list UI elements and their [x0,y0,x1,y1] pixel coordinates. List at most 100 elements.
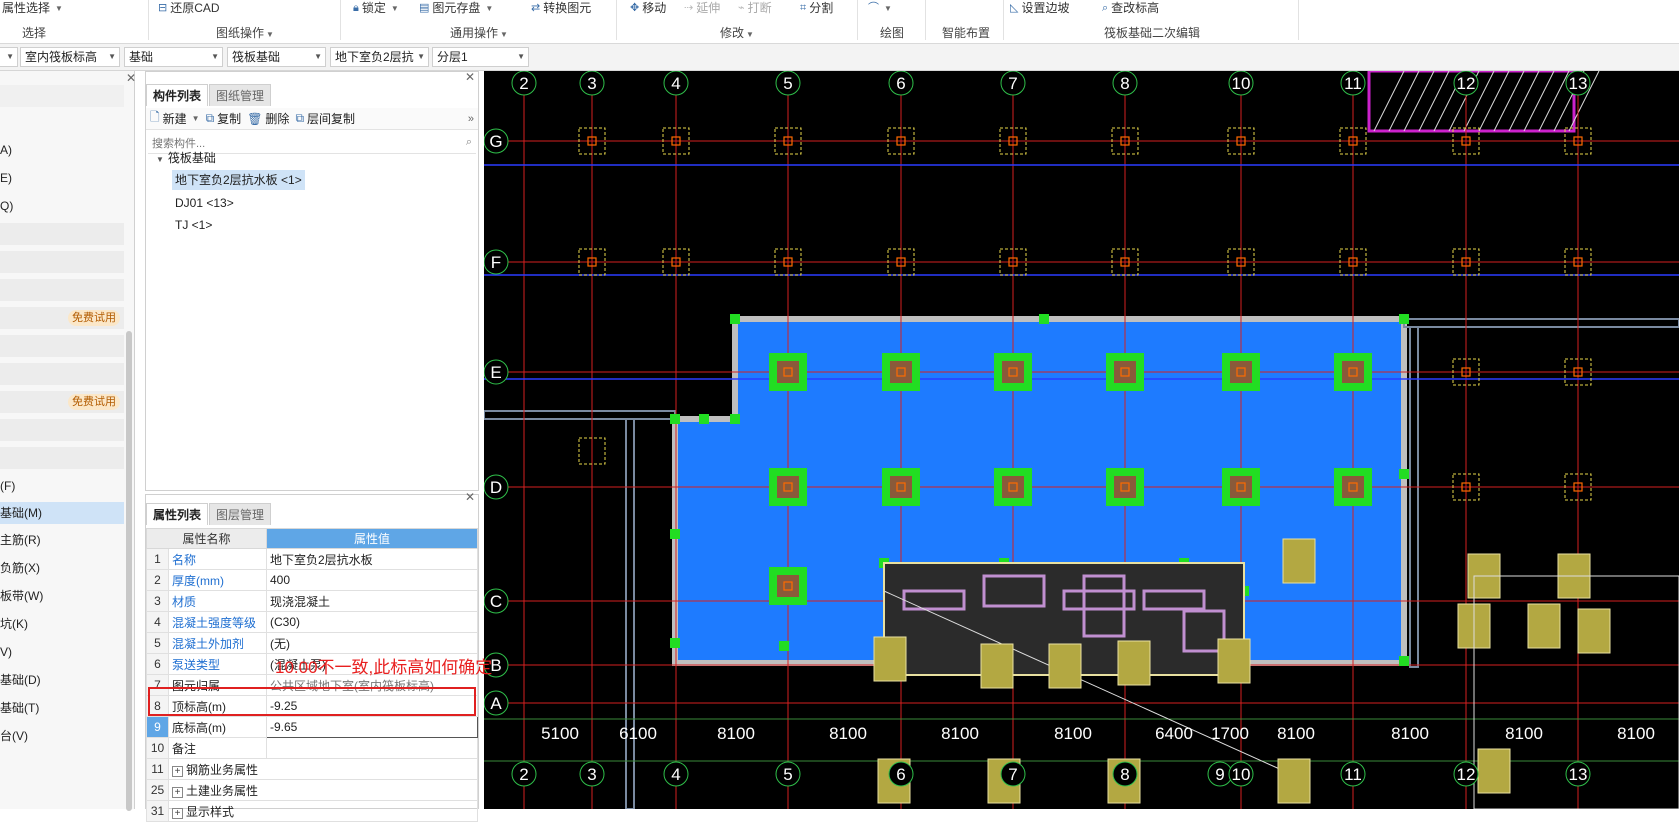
convert-element-button[interactable]: ⇄ 转换图元 [531,0,591,17]
table-row[interactable]: 2 厚度(mm) 400 [146,569,478,591]
group-modify[interactable]: 修改 ▼ [720,24,754,41]
break-button[interactable]: ⌁ 打断 [738,0,772,17]
dimension-label: 6400 [1155,724,1193,743]
tree-item[interactable]: DJ01 <13> [175,193,234,213]
extend-button[interactable]: ⇢ 延伸 [684,0,720,17]
nav-item[interactable] [0,223,124,245]
property-value[interactable]: 现浇混凝土 [266,590,478,612]
nav-item[interactable]: 负筋(X) [0,557,124,579]
property-group[interactable]: + 显示样式 [168,800,478,822]
table-row-selected[interactable]: 9 底标高(m) -9.65 [146,716,478,738]
table-row[interactable]: 4 混凝土强度等级 (C30) [146,611,478,633]
axis-label: 4 [671,765,680,784]
tree-item-selected[interactable]: 地下室负2层抗水板 <1> [172,170,305,190]
search-icon[interactable]: ⌕ [466,136,472,149]
nav-item[interactable]: Q) [0,195,124,217]
close-icon[interactable]: ✕ [465,70,475,84]
property-name: 备注 [168,737,267,759]
column-header-value: 属性值 [266,528,478,549]
tree-root[interactable]: ▼ 筏板基础 [156,148,216,168]
nav-item[interactable]: E) [0,167,124,189]
nav-item[interactable] [0,447,124,469]
table-row[interactable]: 5 混凝土外加剂 (无) [146,632,478,654]
nav-item[interactable] [0,335,124,357]
bottom-elevation-value[interactable]: -9.65 [266,716,478,738]
axis-label: F [491,253,501,272]
axis-label: 2 [519,765,528,784]
table-row[interactable]: 31 + 显示样式 [146,800,478,822]
nav-item[interactable]: 板带(W) [0,585,124,607]
draw-arc-button[interactable]: ⌒ ▼ [868,0,892,17]
table-row[interactable]: 3 材质 现浇混凝土 [146,590,478,612]
nav-item[interactable]: 台(V) [0,725,124,747]
close-icon[interactable]: ✕ [465,490,475,504]
nav-item[interactable]: 免费试用 [0,391,124,413]
nav-item[interactable]: 免费试用 [0,307,124,329]
type-select[interactable]: 筏板基础 ▼ [227,47,326,67]
property-value[interactable]: 地下室负2层抗水板 [266,548,478,570]
nav-item[interactable] [0,251,124,273]
caret-down-icon: ▼ [500,30,508,39]
save-element-button[interactable]: ▤ 图元存盘 ▼ [419,0,493,17]
layer-copy-button[interactable]: ⧉ 层间复制 [295,110,355,127]
copy-button[interactable]: ⧉ 复制 [206,110,242,127]
delete-button[interactable]: 🗑︎ 删除 [247,110,289,127]
axis-label: 12 [1457,765,1476,784]
split-button[interactable]: ⌗ 分割 [800,0,833,17]
nav-item[interactable]: 基础(D) [0,669,124,691]
lock-button[interactable]: 🔒︎ 锁定 ▼ [353,0,399,17]
table-row[interactable]: 25 + 土建业务属性 [146,779,478,801]
nav-item[interactable]: (F) [0,475,124,497]
scrollbar[interactable] [126,331,132,811]
nav-item[interactable] [0,419,124,441]
nav-item[interactable]: V) [0,641,124,663]
set-slope-button[interactable]: ◺ 设置边坡 [1010,0,1069,17]
property-value[interactable]: 400 [266,569,478,591]
property-group[interactable]: + 土建业务属性 [168,779,478,801]
nav-item[interactable]: 坑(K) [0,613,124,635]
axis-label: 5 [783,74,792,93]
more-icon[interactable]: » [468,113,474,125]
nav-item[interactable]: A) [0,139,124,161]
nav-item[interactable] [0,363,124,385]
attribute-select-button[interactable]: 属性选择 ▼ [2,0,63,17]
expand-icon[interactable]: + [172,807,183,819]
group-common-ops[interactable]: 通用操作 ▼ [450,24,508,41]
table-row[interactable]: 1 名称 地下室负2层抗水板 [146,548,478,570]
move-button[interactable]: ✥ 移动 [630,0,666,17]
free-trial-badge[interactable]: 免费试用 [68,394,120,410]
nav-item[interactable]: 基础(T) [0,697,124,719]
table-row[interactable]: 11 + 钢筋业务属性 [146,758,478,780]
table-row[interactable]: 10 备注 [146,737,478,759]
floor-select[interactable]: 室内筏板标高 ▼ [20,47,120,67]
close-icon[interactable]: ✕ [126,71,136,85]
property-group[interactable]: + 钢筋业务属性 [168,758,478,780]
tree-item[interactable]: TJ <1> [175,215,212,235]
tab-component-list[interactable]: 构件列表 [146,84,209,106]
check-elevation-button[interactable]: ⌕ 查改标高 [1102,0,1159,17]
prev-selector[interactable]: ▼ [0,47,18,67]
property-value[interactable]: (无) [266,632,478,654]
cad-drawing-canvas[interactable]: 2 3 4 5 6 7 8 10 11 12 13 2 3 4 5 6 7 8 9 10 11 12 13 G F E D C B A 51… [484,71,1679,809]
group-drawing-ops[interactable]: 图纸操作 ▼ [216,24,274,41]
new-button[interactable]: 🗋︎ 新建 ▼ [150,108,200,129]
expand-icon[interactable]: + [172,786,183,798]
tab-layer-manager[interactable]: 图层管理 [209,503,272,525]
dropdown-arrow-icon: ▼ [108,52,116,61]
property-value[interactable] [266,737,478,759]
category-select[interactable]: 基础 ▼ [124,47,223,67]
layer-select[interactable]: 分层1 ▼ [432,47,529,67]
property-value[interactable]: (C30) [266,611,478,633]
row-number: 6 [146,653,169,675]
nav-item[interactable] [0,279,124,301]
free-trial-badge[interactable]: 免费试用 [68,310,120,326]
nav-item-raft-foundation[interactable]: 基础(M) [0,502,124,524]
nav-item[interactable]: 主筋(R) [0,529,124,551]
extend-icon: ⇢ [684,2,694,14]
expand-icon[interactable]: + [172,765,183,777]
component-select[interactable]: 地下室负2层抗 ▼ [330,47,429,67]
tab-property-list[interactable]: 属性列表 [146,503,209,525]
restore-cad-button[interactable]: ⊟ 还原CAD [158,0,220,17]
tab-drawing-manager[interactable]: 图纸管理 [209,84,272,106]
collapse-icon[interactable]: ▼ [156,155,164,164]
